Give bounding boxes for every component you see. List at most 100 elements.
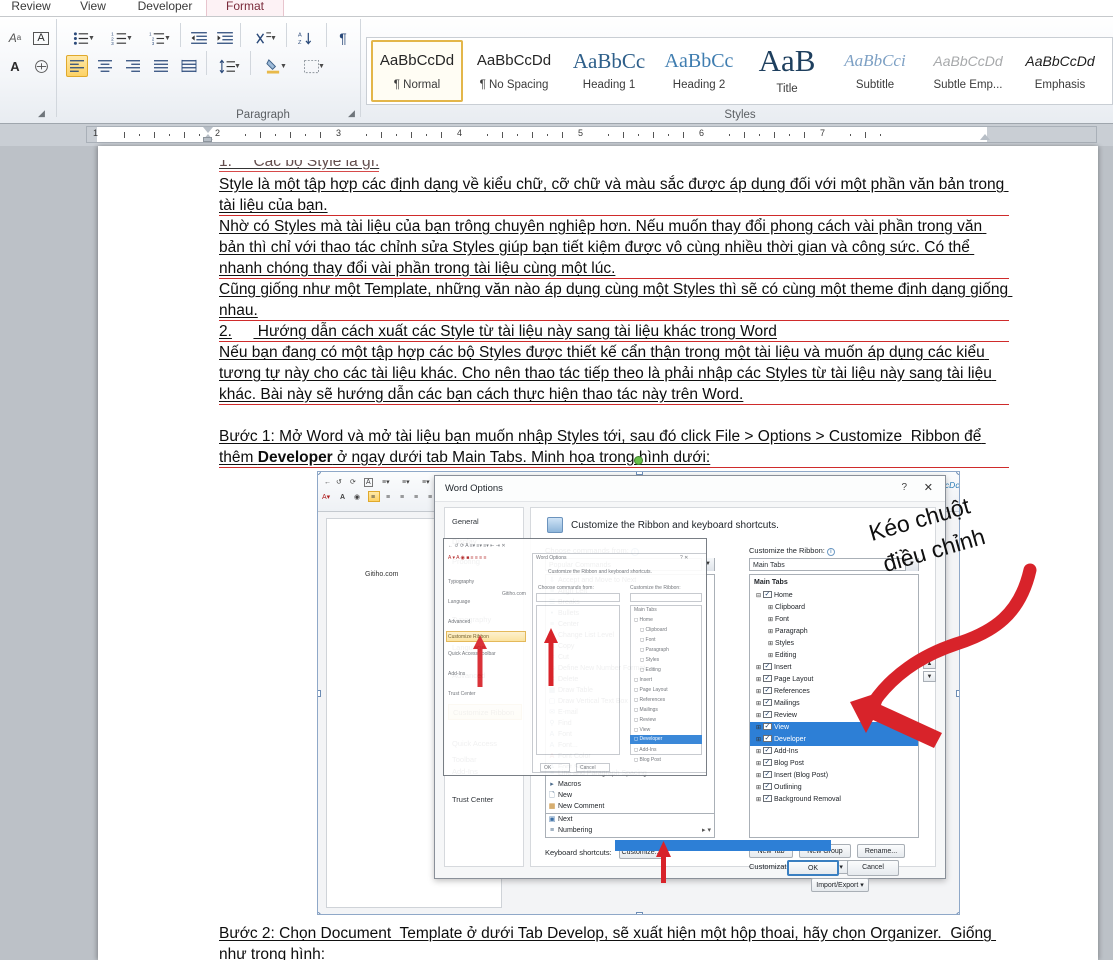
justify-icon[interactable] [150, 55, 172, 77]
tree-item-outlining[interactable]: ⊞Outlining [750, 782, 918, 794]
text-effects-icon[interactable]: A [30, 27, 52, 49]
red-arrow-left-icon [848, 688, 948, 750]
ruler-tick-3: 3 [336, 128, 341, 138]
increase-indent-icon[interactable] [214, 27, 236, 49]
shading-chevron-down-icon[interactable]: ▼ [280, 63, 287, 70]
document-workspace: 1. Các bộ Style là gì: Style là một tập … [0, 146, 1113, 960]
ruler-tick-1: 1 [93, 128, 98, 138]
resize-handle-s[interactable] [636, 912, 643, 915]
style-item-intense-emphasis[interactable]: AaBb Intens [1105, 40, 1113, 102]
change-case-icon[interactable]: Aa [4, 27, 26, 49]
svg-text:3: 3 [111, 41, 114, 46]
tab-format[interactable]: Format [206, 0, 284, 17]
bullets-chevron-down-icon[interactable]: ▼ [88, 35, 95, 42]
step-2-paragraph: Bước 2: Chọn Document Template ở dưới Ta… [219, 923, 1019, 960]
style-preview: AaBbCcDd [933, 50, 1002, 72]
close-icon[interactable]: ✕ [924, 481, 933, 494]
command-item[interactable]: ▦New Comment [546, 801, 714, 813]
paragraph-dialog-launcher[interactable]: ◢ [346, 108, 357, 119]
align-right-icon[interactable] [122, 55, 144, 77]
style-item-no-spacing[interactable]: AaBbCcDd ¶ No Spacing [465, 40, 563, 102]
resize-handle-se[interactable] [956, 912, 960, 915]
line-spacing-chevron-down-icon[interactable]: ▼ [234, 63, 241, 70]
svg-text:A: A [298, 32, 302, 38]
mini-divider [250, 51, 251, 75]
red-arrow-up-developer [655, 841, 672, 883]
style-item-heading-1[interactable]: AaBbCc Heading 1 [565, 40, 653, 102]
document-body[interactable]: 1. Các bộ Style là gì: Style là một tập … [219, 160, 1009, 468]
command-item[interactable]: ▸Macros [546, 779, 714, 791]
style-name: Heading 2 [673, 78, 725, 92]
multilevel-chevron-down-icon[interactable]: ▼ [164, 35, 171, 42]
ruler-area: 1 2 3 4 5 6 7 [0, 124, 1113, 146]
ruler-tick-4: 4 [457, 128, 462, 138]
borders-chevron-down-icon[interactable]: ▼ [318, 63, 325, 70]
font-dialog-launcher[interactable]: ◢ [36, 108, 47, 119]
nav-item-general[interactable]: General [448, 514, 522, 530]
first-line-indent-marker[interactable] [203, 127, 213, 133]
tab-review[interactable]: Review [0, 0, 62, 17]
red-arrow-up-commands [543, 628, 559, 686]
nav-item-trust-center[interactable]: Trust Center [448, 792, 522, 808]
sort-chevron-down-icon[interactable]: ▼ [270, 35, 277, 42]
mini-divider [240, 23, 241, 47]
decrease-indent-icon[interactable] [188, 27, 210, 49]
style-preview: AaB [759, 46, 816, 76]
empty-paragraph [219, 405, 1009, 426]
tree-item-insert-blog-post[interactable]: ⊞Insert (Blog Post) [750, 770, 918, 782]
resize-handle-w[interactable] [317, 690, 321, 697]
command-item[interactable]: 🗋New [546, 790, 714, 802]
step1-bold-developer: Developer [258, 449, 333, 466]
paragraph-3: Cũng giống như một Template, những văn n… [219, 279, 1009, 321]
horizontal-ruler[interactable]: 1 2 3 4 5 6 7 [86, 126, 1097, 143]
style-name: Subtitle [856, 78, 894, 92]
show-hide-marks-icon[interactable]: ¶ [332, 27, 354, 49]
command-item[interactable]: ▣Next [546, 814, 714, 826]
right-indent-marker[interactable] [980, 134, 990, 140]
style-name: Heading 1 [583, 78, 635, 92]
commands-listbox-tail[interactable]: ▣Next ≡Numbering▸ ▾ [545, 814, 715, 838]
tree-item-background-removal[interactable]: ⊞Background Removal [750, 794, 918, 806]
style-item-subtle-emphasis[interactable]: AaBbCcDd Subtle Emp... [921, 40, 1015, 102]
font-color-icon[interactable] [30, 55, 52, 77]
paragraph-2: Nhờ có Styles mà tài liệu của bạn trông … [219, 216, 1009, 279]
style-item-title[interactable]: AaB Title [745, 40, 829, 102]
import-export-button[interactable]: Import/Export ▾ [811, 878, 869, 892]
style-item-normal[interactable]: AaBbCcDd ¶ Normal [371, 40, 463, 102]
tree-item-blog-post[interactable]: ⊞Blog Post [750, 758, 918, 770]
step-2-block: Bước 2: Chọn Document Template ở dưới Ta… [219, 923, 1019, 960]
rotate-handle[interactable] [634, 456, 643, 465]
ruler-tick-2: 2 [215, 128, 220, 138]
mini-divider [180, 23, 181, 47]
step1-text-after: ở ngay dưới tab Main Tabs. Minh họa tron… [333, 449, 711, 466]
ruler-tick-6: 6 [699, 128, 704, 138]
resize-handle-n[interactable] [636, 471, 643, 475]
ok-button[interactable]: OK [787, 860, 839, 876]
svg-text:Z: Z [298, 40, 302, 46]
numbering-chevron-down-icon[interactable]: ▼ [126, 35, 133, 42]
left-indent-marker[interactable] [203, 137, 212, 142]
keyboard-shortcuts-label: Keyboard shortcuts: [545, 848, 612, 857]
help-icon[interactable]: ? [901, 482, 907, 493]
ruler-text-area [97, 127, 987, 142]
style-item-emphasis[interactable]: AaBbCcDd Emphasis [1017, 40, 1103, 102]
cancel-button[interactable]: Cancel [847, 860, 899, 876]
text-highlight-icon[interactable]: A [4, 55, 26, 77]
developer-row-highlight [615, 840, 831, 851]
document-page[interactable]: 1. Các bộ Style là gì: Style là một tập … [98, 146, 1098, 960]
command-item[interactable]: ≡Numbering▸ ▾ [546, 825, 714, 837]
align-left-icon[interactable] [66, 55, 88, 77]
align-center-icon[interactable] [94, 55, 116, 77]
resize-handle-ne[interactable] [956, 471, 960, 475]
rename-button[interactable]: Rename... [857, 844, 905, 858]
nested-screenshot-ghost: ← ↺ ⟳ A ≡▾ ≡▾ ≡▾ ⇤ ⇥ ✕ A ▾ A ◉ ■ ≡ ≡ ≡ ≡… [443, 538, 707, 776]
styles-gallery[interactable]: AaBbCcDd ¶ Normal AaBbCcDd ¶ No Spacing … [366, 37, 1113, 105]
tab-view[interactable]: View [62, 0, 124, 17]
partial-heading-line: 1. Các bộ Style là gì: [219, 160, 1009, 172]
distributed-icon[interactable] [178, 55, 200, 77]
info-icon[interactable]: i [827, 548, 835, 556]
tab-developer[interactable]: Developer [124, 0, 206, 17]
style-item-heading-2[interactable]: AaBbCc Heading 2 [655, 40, 743, 102]
sort-az-icon[interactable]: AZ [294, 27, 316, 49]
style-item-subtitle[interactable]: AaBbCci Subtitle [831, 40, 919, 102]
